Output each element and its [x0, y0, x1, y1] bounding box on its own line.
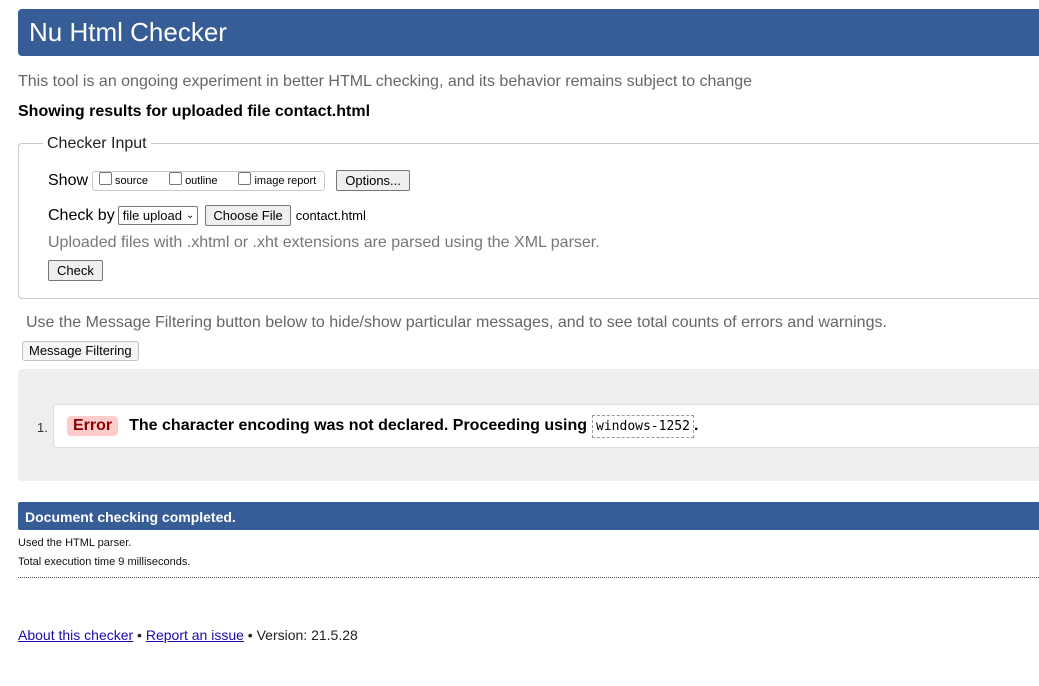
check-by-label: Check by: [48, 206, 115, 224]
show-label: Show: [48, 171, 89, 189]
page-title: Nu Html Checker: [29, 17, 227, 47]
outline-checkbox[interactable]: [169, 172, 183, 185]
footer-divider: [18, 577, 1039, 578]
image-report-label: image report: [254, 174, 317, 187]
choose-file-button[interactable]: Choose File: [205, 205, 291, 226]
version-text: Version: 21.5.28: [256, 627, 358, 643]
execution-time-text: Total execution time 9 milliseconds.: [18, 556, 191, 568]
error-badge: Error: [67, 416, 119, 436]
show-outline-option[interactable]: outline: [165, 172, 218, 187]
message-filtering-note: Use the Message Filtering button below t…: [26, 314, 887, 331]
footer: About this checker • Report an issue • V…: [18, 627, 358, 643]
source-label: source: [115, 174, 149, 187]
error-message-body: The character encoding was not declared.…: [129, 417, 588, 434]
checker-input-fieldset: Checker Input Show source outline image …: [18, 135, 1039, 299]
results-heading: Showing results for uploaded file contac…: [18, 103, 371, 120]
page-header: Nu Html Checker: [18, 9, 1039, 56]
check-by-selected-value: file upload: [122, 208, 182, 223]
source-checkbox[interactable]: [99, 172, 113, 185]
encoding-code: windows-1252: [592, 415, 694, 438]
checker-input-legend: Checker Input: [43, 135, 151, 153]
options-button[interactable]: Options...: [336, 170, 410, 191]
selected-file-name: contact.html: [295, 208, 366, 223]
error-message: Error The character encoding was not dec…: [53, 404, 1039, 448]
parser-used-text: Used the HTML parser.: [18, 537, 132, 549]
report-issue-link[interactable]: Report an issue: [146, 627, 244, 643]
message-number: 1.: [37, 420, 48, 435]
message-filtering-button[interactable]: Message Filtering: [22, 341, 139, 361]
check-by-row: Check by file upload ⌄ Choose File conta…: [48, 205, 366, 226]
error-message-end: .: [693, 417, 699, 434]
show-image-report-option[interactable]: image report: [234, 172, 317, 187]
chevron-down-icon: ⌄: [185, 210, 195, 221]
show-row: Show source outline image report Options…: [48, 170, 410, 191]
about-checker-link[interactable]: About this checker: [18, 627, 133, 643]
outline-label: outline: [185, 174, 218, 187]
results-panel: 1. Error The character encoding was not …: [18, 369, 1039, 481]
footer-separator-2: •: [243, 627, 257, 643]
error-message-text: The character encoding was not declared.…: [129, 415, 699, 438]
show-source-option[interactable]: source: [95, 172, 149, 187]
xml-parser-note: Uploaded files with .xhtml or .xht exten…: [48, 234, 600, 251]
show-options-group: source outline image report: [92, 170, 326, 191]
completion-title: Document checking completed.: [25, 509, 236, 525]
completion-bar: Document checking completed.: [18, 502, 1039, 530]
check-by-select[interactable]: file upload ⌄: [117, 206, 199, 225]
image-report-checkbox[interactable]: [238, 172, 252, 185]
check-button[interactable]: Check: [48, 260, 103, 281]
footer-separator-1: •: [133, 627, 146, 643]
intro-text: This tool is an ongoing experiment in be…: [18, 73, 753, 90]
